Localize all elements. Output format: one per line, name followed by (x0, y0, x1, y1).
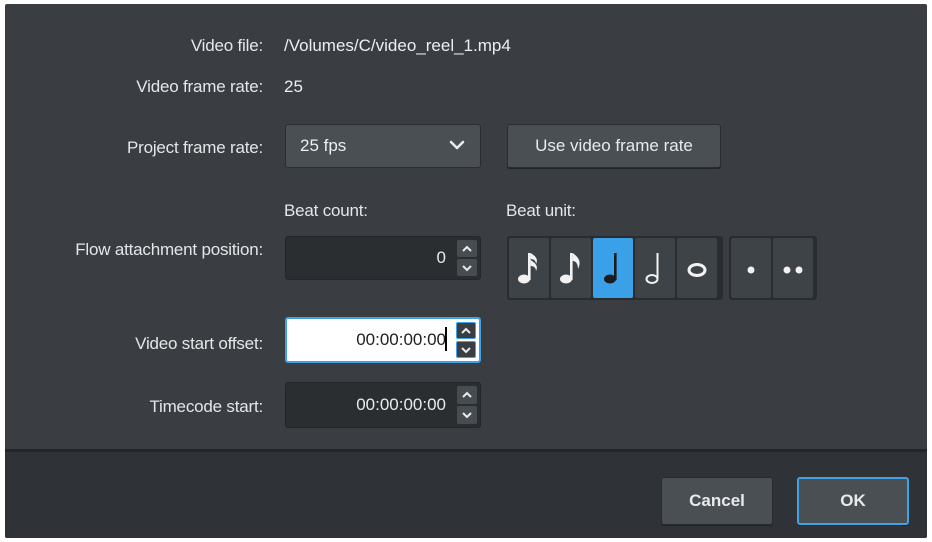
whole-note-button[interactable] (677, 238, 717, 298)
video-start-offset-decrement[interactable] (456, 341, 476, 358)
whole-note-icon (687, 263, 707, 277)
beat-count-increment[interactable] (457, 240, 477, 257)
eighth-note-icon (560, 253, 580, 284)
video-frame-rate-label: Video frame rate: (136, 77, 263, 96)
video-properties-dialog: Video file: /Volumes/C/video_reel_1.mp4 … (5, 4, 927, 538)
quarter-note-icon (604, 253, 617, 284)
half-note-button[interactable] (635, 238, 675, 298)
double-dot-icon (783, 266, 803, 274)
video-start-offset-label: Video start offset: (135, 334, 263, 353)
sixteenth-note-button[interactable] (509, 238, 549, 298)
chevron-up-icon (462, 391, 472, 398)
beat-unit-group (507, 236, 723, 300)
dialog-footer: Cancel OK (5, 449, 927, 538)
single-dot-icon (747, 266, 755, 274)
cancel-button[interactable]: Cancel (661, 477, 773, 525)
flow-attachment-position-label: Flow attachment position: (75, 240, 263, 259)
beat-count-value: 0 (436, 248, 446, 267)
double-dot-button[interactable] (773, 238, 813, 298)
chevron-up-icon (462, 245, 472, 252)
timecode-start-value: 00:00:00:00 (356, 395, 446, 414)
quarter-note-button[interactable] (593, 238, 633, 298)
sixteenth-note-icon (518, 253, 537, 284)
text-cursor (445, 327, 447, 351)
beat-unit-label: Beat unit: (506, 201, 576, 220)
video-start-offset-increment[interactable] (456, 322, 476, 339)
chevron-up-icon (461, 327, 471, 334)
single-dot-button[interactable] (731, 238, 771, 298)
use-video-frame-rate-button[interactable]: Use video frame rate (507, 124, 721, 168)
beat-count-decrement[interactable] (457, 259, 477, 276)
chevron-down-icon (449, 140, 465, 150)
video-frame-rate-value: 25 (284, 77, 303, 96)
beat-count-stepper[interactable]: 0 (285, 236, 481, 280)
project-frame-rate-selected: 25 fps (300, 136, 347, 155)
video-file-path: /Volumes/C/video_reel_1.mp4 (284, 36, 511, 55)
timecode-start-field[interactable]: 00:00:00:00 (285, 382, 481, 428)
half-note-icon (645, 253, 659, 284)
dot-unit-group (729, 236, 817, 300)
beat-count-label: Beat count: (284, 201, 368, 220)
chevron-down-icon (461, 346, 471, 353)
ok-button[interactable]: OK (797, 477, 909, 525)
timecode-start-increment[interactable] (457, 386, 477, 404)
timecode-start-decrement[interactable] (457, 406, 477, 424)
eighth-note-button[interactable] (551, 238, 591, 298)
chevron-down-icon (462, 264, 472, 271)
video-start-offset-field[interactable]: 00:00:00:00 (285, 317, 481, 363)
video-file-label: Video file: (190, 36, 263, 55)
video-start-offset-value: 00:00:00:00 (356, 330, 446, 349)
chevron-down-icon (462, 412, 472, 419)
timecode-start-label: Timecode start: (149, 397, 263, 416)
project-frame-rate-label: Project frame rate: (126, 138, 263, 157)
project-frame-rate-select[interactable]: 25 fps (285, 124, 481, 168)
